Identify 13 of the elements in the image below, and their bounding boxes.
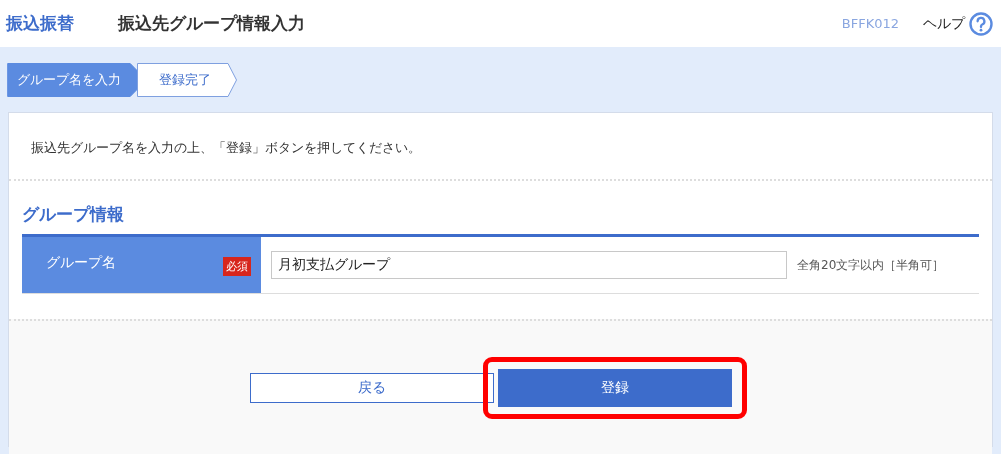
field-label: グループ名	[46, 254, 116, 272]
group-name-field[interactable]: 月初支払グループ	[271, 251, 787, 279]
screen-id: BFFK012	[841, 16, 899, 31]
instruction-text: 振込先グループ名を入力の上、「登録」ボタンを押してください。	[9, 113, 992, 181]
help-icon[interactable]	[969, 11, 993, 36]
back-button[interactable]: 戻る	[249, 372, 494, 403]
page-title: 振込先グループ情報入力	[118, 12, 306, 35]
section-heading: グループ情報	[22, 203, 125, 226]
register-button[interactable]: 登録	[497, 368, 732, 407]
field-hint: 全角20文字以内［半角可］	[797, 256, 945, 274]
required-badge: 必須	[223, 256, 251, 276]
section-title: 振込振替	[6, 12, 75, 35]
help-link[interactable]: ヘルプ	[923, 14, 965, 33]
